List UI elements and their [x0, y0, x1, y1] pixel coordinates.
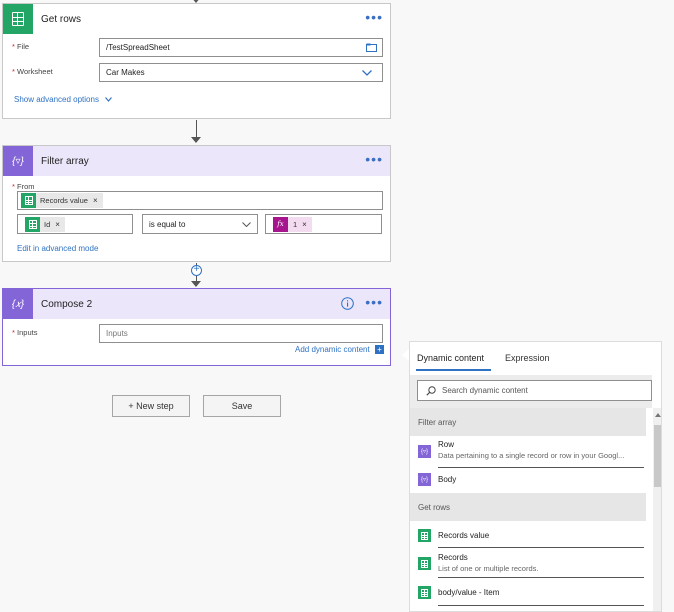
get-rows-title: Get rows: [41, 13, 82, 25]
search-icon: [426, 386, 436, 396]
from-field[interactable]: Records value ×: [17, 191, 383, 210]
item-title: Records value: [438, 531, 490, 540]
operator-select[interactable]: is equal to: [142, 214, 258, 234]
add-icon: +: [374, 345, 384, 355]
compose-title: Compose 2: [41, 298, 93, 310]
from-label: * From: [12, 182, 35, 191]
folder-icon[interactable]: [366, 43, 377, 52]
list-item-records[interactable]: Records List of one or multiple records.: [418, 553, 644, 581]
remove-token-icon[interactable]: ×: [55, 220, 60, 229]
chevron-down-icon: [362, 70, 372, 76]
more-options-icon[interactable]: •••: [365, 152, 383, 166]
list-item-body-value-item[interactable]: body/value - Item: [418, 585, 644, 607]
inputs-placeholder: Inputs: [106, 329, 128, 338]
list-item-body[interactable]: {▿} Body: [418, 471, 640, 493]
get-rows-header[interactable]: Get rows •••: [3, 4, 390, 34]
remove-token-icon[interactable]: ×: [302, 220, 307, 229]
inputs-field[interactable]: Inputs: [99, 324, 383, 343]
file-value: /TestSpreadSheet: [106, 43, 170, 52]
save-button[interactable]: Save: [203, 395, 281, 417]
item-title: body/value - Item: [438, 588, 500, 597]
connector-line: [196, 120, 197, 138]
tab-expression[interactable]: Expression: [505, 353, 550, 363]
left-operand-field[interactable]: Id ×: [17, 214, 133, 234]
fx-icon: fx: [273, 216, 288, 232]
arrow-down-icon: [191, 137, 201, 143]
arrow-down-icon: [191, 281, 201, 287]
file-label: * File: [12, 42, 30, 51]
google-sheets-icon: [418, 557, 431, 570]
filter-array-card[interactable]: {▿} Filter array ••• * From Records valu…: [2, 145, 391, 262]
expression-token[interactable]: fx 1 ×: [273, 216, 312, 232]
google-sheets-icon: [21, 193, 36, 208]
info-icon[interactable]: [341, 297, 354, 310]
google-sheets-icon: [418, 586, 431, 599]
records-value-token[interactable]: Records value ×: [21, 193, 103, 208]
chevron-down-icon: [242, 222, 251, 227]
item-description: Data pertaining to a single record or ro…: [438, 451, 625, 460]
google-sheets-icon: [418, 529, 431, 542]
search-area: Search dynamic content: [410, 375, 652, 408]
item-title: Row: [438, 440, 455, 449]
search-placeholder: Search dynamic content: [442, 386, 528, 395]
new-step-button[interactable]: + New step: [112, 395, 190, 417]
item-description: List of one or multiple records.: [438, 564, 539, 573]
list-item-records-value[interactable]: Records value: [418, 528, 644, 550]
scrollbar-thumb[interactable]: [654, 425, 661, 487]
filter-array-header[interactable]: {▿} Filter array •••: [3, 146, 390, 176]
item-divider: [438, 547, 644, 548]
dynamic-content-panel[interactable]: Dynamic content Expression Search dynami…: [409, 341, 662, 612]
operator-value: is equal to: [149, 219, 186, 229]
filter-array-icon: {▿}: [418, 473, 431, 486]
section-header-filter-array: Filter array: [410, 408, 646, 436]
item-divider: [438, 467, 644, 468]
right-operand-field[interactable]: fx 1 ×: [265, 214, 382, 234]
item-title: Records: [438, 553, 468, 562]
compose-icon: {𝑥}: [3, 289, 33, 319]
list-item-row[interactable]: {▿} Row Data pertaining to a single reco…: [418, 440, 644, 470]
filter-array-title: Filter array: [41, 155, 89, 167]
add-dynamic-content-link[interactable]: Add dynamic content +: [295, 345, 384, 355]
worksheet-value: Car Makes: [106, 68, 145, 77]
edit-advanced-mode-link[interactable]: Edit in advanced mode: [17, 244, 98, 253]
more-options-icon[interactable]: •••: [365, 10, 383, 24]
insert-step-icon[interactable]: +: [191, 265, 202, 276]
section-header-get-rows: Get rows: [410, 493, 646, 521]
item-divider: [438, 605, 644, 606]
scroll-up-icon[interactable]: [655, 413, 661, 417]
inputs-label: * Inputs: [12, 328, 38, 337]
worksheet-select[interactable]: Car Makes: [99, 63, 383, 82]
id-token[interactable]: Id ×: [25, 216, 65, 232]
show-advanced-options-link[interactable]: Show advanced options: [14, 95, 113, 104]
tab-dynamic-content[interactable]: Dynamic content: [417, 353, 484, 363]
compose-card[interactable]: {𝑥} Compose 2 ••• * Inputs Inputs Add dy…: [2, 288, 391, 366]
chevron-down-icon: [105, 97, 113, 103]
filter-array-icon: {▿}: [418, 445, 431, 458]
remove-token-icon[interactable]: ×: [93, 196, 98, 205]
search-input[interactable]: Search dynamic content: [417, 380, 652, 401]
filter-array-icon: {▿}: [3, 146, 33, 176]
get-rows-card[interactable]: Get rows ••• * File /TestSpreadSheet * W…: [2, 3, 391, 119]
panel-scrollbar[interactable]: [653, 408, 661, 611]
google-sheets-icon: [3, 4, 33, 34]
compose-header[interactable]: {𝑥} Compose 2 •••: [3, 289, 390, 319]
item-divider: [438, 577, 644, 578]
google-sheets-icon: [25, 216, 40, 232]
active-tab-indicator: [416, 369, 491, 371]
worksheet-label: * Worksheet: [12, 67, 53, 76]
item-title: Body: [438, 475, 457, 484]
file-field[interactable]: /TestSpreadSheet: [99, 38, 383, 57]
more-options-icon[interactable]: •••: [365, 295, 383, 309]
